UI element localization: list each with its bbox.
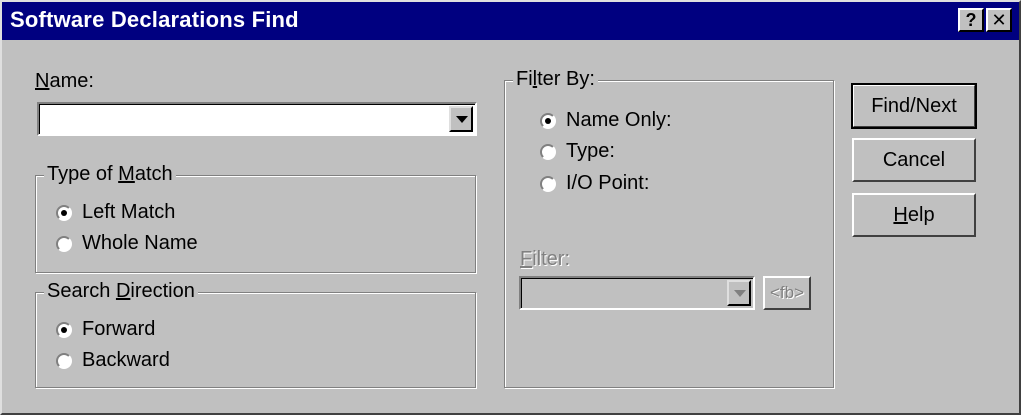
name-label-accel: N	[35, 70, 50, 92]
radio-button-icon[interactable]	[540, 112, 556, 129]
cancel-button[interactable]: Cancel	[852, 138, 976, 182]
name-label-rest: ame:	[49, 70, 94, 92]
radio-left-match[interactable]: Left Match	[56, 201, 175, 224]
radio-button-icon[interactable]	[56, 352, 72, 369]
search-direction-title-accel: D	[115, 280, 131, 302]
radio-forward-label: Forward	[82, 318, 156, 340]
radio-button-icon[interactable]	[56, 321, 72, 338]
radio-button-icon[interactable]	[540, 143, 556, 160]
filter-by-title-rest: ter By:	[537, 68, 595, 90]
help-button-rest: elp	[907, 204, 935, 226]
search-direction-group: Search Direction Forward Backward	[35, 280, 476, 388]
filter-by-title-prefix: Fi	[516, 68, 533, 90]
chevron-down-icon[interactable]	[727, 280, 751, 306]
close-button[interactable]: ✕	[986, 8, 1012, 32]
chevron-down-icon[interactable]	[449, 106, 473, 132]
radio-backward[interactable]: Backward	[56, 349, 170, 372]
find-dialog: Software Declarations Find ? ✕ Name: Typ…	[0, 0, 1021, 415]
radio-left-match-label: Left Match	[82, 201, 176, 223]
search-direction-title-prefix: Search	[47, 280, 116, 302]
type-of-match-group: Type of Match Left Match Whole Name	[35, 163, 476, 273]
type-of-match-title-accel: M	[118, 163, 135, 185]
type-of-match-title-prefix: Type of	[47, 163, 119, 185]
type-of-match-title: Type of Match	[44, 163, 176, 186]
radio-whole-name[interactable]: Whole Name	[56, 232, 198, 255]
filter-label: Filter:	[520, 248, 570, 271]
window-title: Software Declarations Find	[10, 7, 299, 32]
search-direction-title-rest: irection	[130, 280, 195, 302]
fb-button[interactable]: <fb>	[763, 276, 811, 310]
search-direction-title: Search Direction	[44, 280, 198, 303]
radio-type[interactable]: Type:	[540, 140, 615, 163]
filter-label-rest: ilter:	[532, 248, 571, 270]
help-button[interactable]: Help	[852, 193, 976, 237]
help-title-button[interactable]: ?	[958, 8, 984, 32]
filter-label-accel: F	[520, 248, 533, 270]
help-button-accel: H	[893, 204, 908, 226]
filter-combobox[interactable]	[519, 276, 755, 310]
radio-name-only-label: Name Only:	[566, 109, 672, 131]
filter-by-title: Filter By:	[513, 68, 598, 91]
radio-button-icon[interactable]	[56, 204, 72, 221]
filter-by-group: Filter By: Name Only: Type: I/O Point: F…	[504, 68, 834, 388]
radio-type-label: Type:	[566, 140, 615, 162]
type-of-match-title-rest: atch	[134, 163, 173, 185]
radio-button-icon[interactable]	[56, 235, 72, 252]
radio-io-point-label: I/O Point:	[566, 172, 650, 194]
radio-name-only[interactable]: Name Only:	[540, 109, 672, 132]
radio-button-icon[interactable]	[540, 175, 556, 192]
name-combobox[interactable]	[37, 102, 477, 136]
title-bar[interactable]: Software Declarations Find ? ✕	[2, 2, 1019, 40]
radio-io-point[interactable]: I/O Point:	[540, 172, 649, 195]
radio-whole-name-label: Whole Name	[82, 232, 198, 254]
name-label: Name:	[35, 70, 94, 93]
radio-forward[interactable]: Forward	[56, 318, 155, 341]
radio-backward-label: Backward	[82, 349, 170, 371]
find-next-button[interactable]: Find/Next	[851, 83, 977, 129]
